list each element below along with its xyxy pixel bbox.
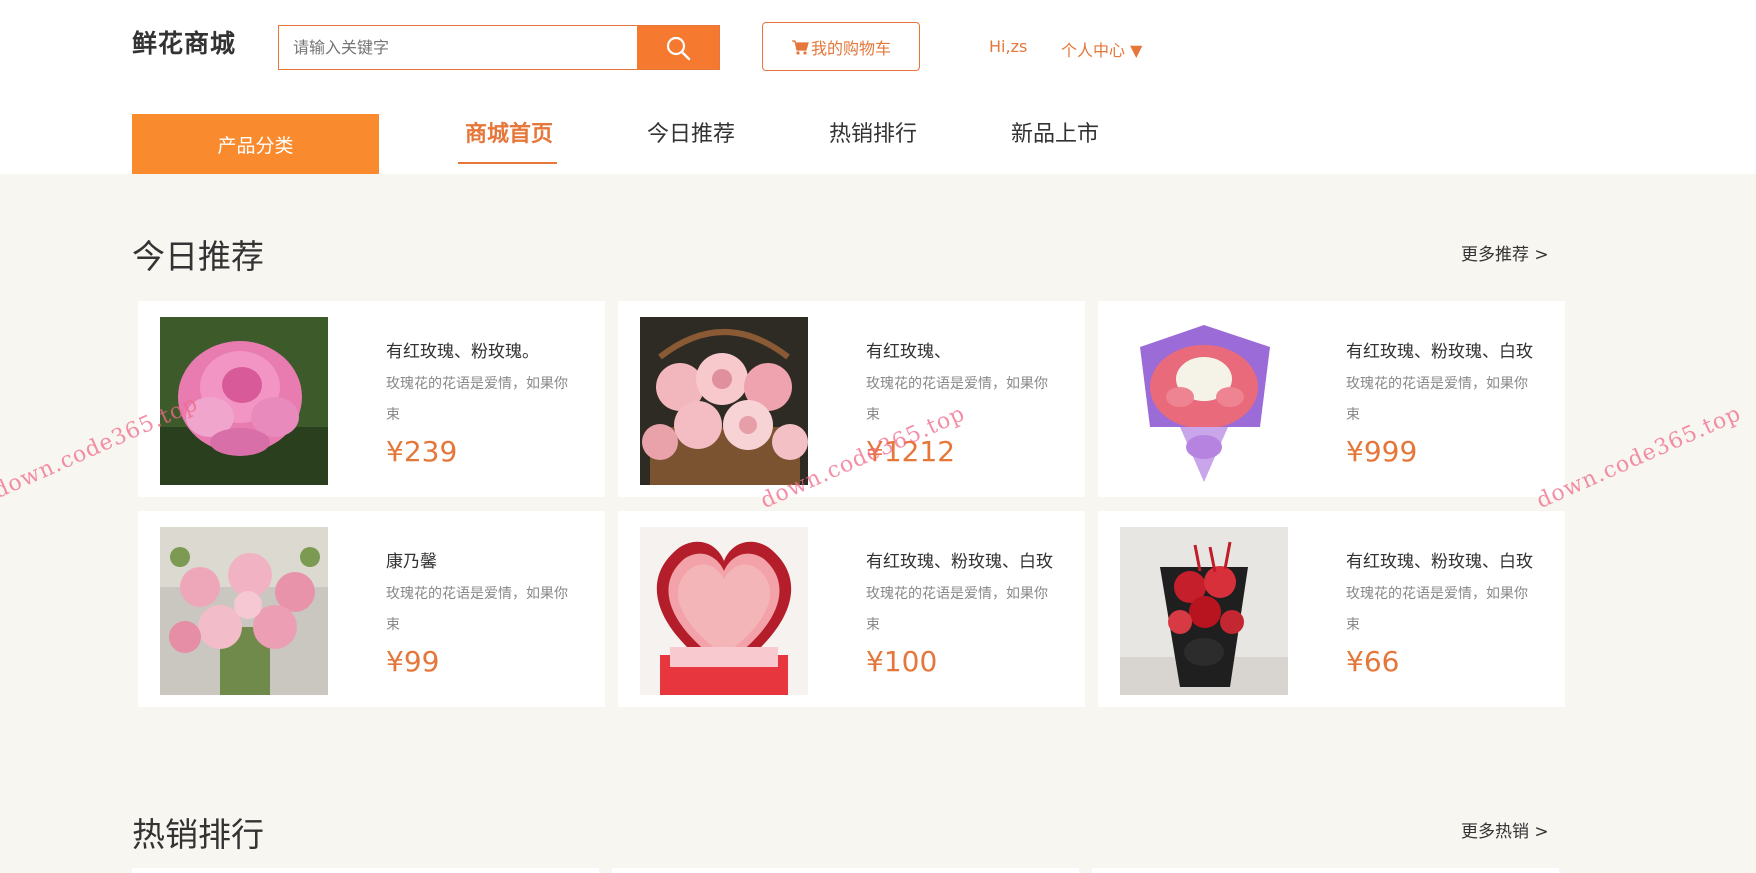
more-hot-link[interactable]: 更多热销 > xyxy=(1461,817,1549,842)
search-icon xyxy=(666,36,691,61)
hot-card-edge xyxy=(1092,868,1559,873)
product-desc: 玫瑰花的花语是爱情，如果你束 xyxy=(1346,376,1528,423)
cart-icon xyxy=(791,39,809,55)
product-price: ¥99 xyxy=(386,645,440,678)
more-recommend-link[interactable]: 更多推荐 > xyxy=(1461,240,1549,265)
product-desc: 玫瑰花的花语是爱情，如果你束 xyxy=(1346,586,1528,633)
product-name[interactable]: 有红玫瑰、粉玫瑰。 xyxy=(386,337,586,362)
search-input[interactable] xyxy=(279,26,665,69)
product-image[interactable] xyxy=(640,527,808,695)
product-card[interactable]: 有红玫瑰、粉玫瑰。 玫瑰花的花语是爱情，如果你束 ¥239 xyxy=(138,301,605,497)
product-card[interactable]: 有红玫瑰、粉玫瑰、白玫 玫瑰花的花语是爱情，如果你束 ¥66 xyxy=(1098,511,1565,707)
cart-label: 我的购物车 xyxy=(810,38,891,58)
product-price: ¥239 xyxy=(386,435,458,468)
today-section-title: 今日推荐 xyxy=(132,237,264,276)
site-logo[interactable]: 鲜花商城 xyxy=(132,24,236,60)
search-bar xyxy=(278,25,720,70)
product-name[interactable]: 康乃馨 xyxy=(386,547,586,572)
product-desc: 玫瑰花的花语是爱情，如果你束 xyxy=(866,586,1048,633)
product-name[interactable]: 有红玫瑰、粉玫瑰、白玫 xyxy=(1346,337,1546,362)
product-card[interactable]: 有红玫瑰、粉玫瑰、白玫 玫瑰花的花语是爱情，如果你束 ¥999 xyxy=(1098,301,1565,497)
product-image[interactable] xyxy=(160,527,328,695)
hot-card-edge xyxy=(132,868,599,873)
nav-today[interactable]: 今日推荐 xyxy=(647,116,735,148)
product-desc: 玫瑰花的花语是爱情，如果你束 xyxy=(386,376,568,423)
product-image[interactable] xyxy=(640,317,808,485)
product-name[interactable]: 有红玫瑰、粉玫瑰、白玫 xyxy=(866,547,1066,572)
cart-button[interactable]: 我的购物车 xyxy=(762,22,920,71)
nav-hot[interactable]: 热销排行 xyxy=(829,116,917,148)
hot-card-edge xyxy=(612,868,1079,873)
product-price: ¥100 xyxy=(866,645,938,678)
nav-active-underline xyxy=(458,162,557,164)
product-price: ¥66 xyxy=(1346,645,1400,678)
user-center-menu[interactable]: 个人中心 ▼ xyxy=(1061,37,1142,61)
hot-section-title: 热销排行 xyxy=(132,815,264,854)
product-card[interactable]: 有红玫瑰、粉玫瑰、白玫 玫瑰花的花语是爱情，如果你束 ¥100 xyxy=(618,511,1085,707)
product-price: ¥999 xyxy=(1346,435,1418,468)
product-desc: 玫瑰花的花语是爱情，如果你束 xyxy=(386,586,568,633)
product-card[interactable]: 康乃馨 玫瑰花的花语是爱情，如果你束 ¥99 xyxy=(138,511,605,707)
user-greeting[interactable]: Hi,zs xyxy=(989,37,1027,56)
product-image[interactable] xyxy=(1120,317,1288,485)
product-image[interactable] xyxy=(1120,527,1288,695)
product-name[interactable]: 有红玫瑰、 xyxy=(866,337,1066,362)
search-button[interactable] xyxy=(637,26,719,69)
product-name[interactable]: 有红玫瑰、粉玫瑰、白玫 xyxy=(1346,547,1546,572)
nav-new[interactable]: 新品上市 xyxy=(1011,116,1099,148)
nav-home[interactable]: 商城首页 xyxy=(465,116,553,148)
product-category-button[interactable]: 产品分类 xyxy=(132,114,379,174)
top-header: 鲜花商城 我的购物车 Hi,zs 个人中心 ▼ 产品分类 商城首页 今日推荐 热… xyxy=(0,0,1756,174)
